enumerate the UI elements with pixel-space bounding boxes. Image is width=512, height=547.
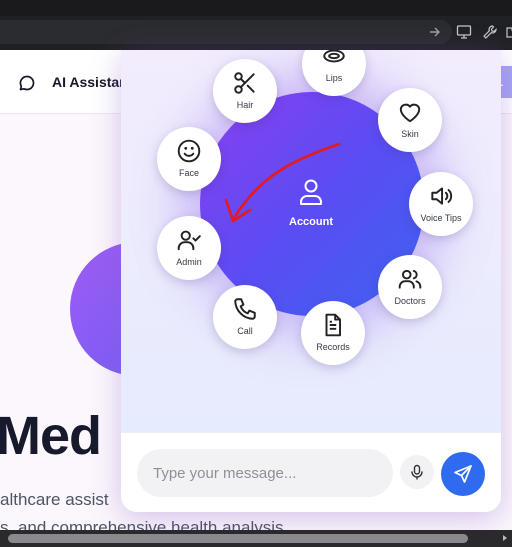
voice-input-button[interactable] <box>400 455 434 489</box>
users-icon <box>398 269 422 289</box>
horizontal-scrollbar[interactable] <box>0 530 512 547</box>
user-icon <box>300 179 322 205</box>
menu-item-lips[interactable]: Lips <box>302 50 366 96</box>
speaker-icon <box>431 187 453 205</box>
radial-menu-area: Account Hair Lips Skin Voice Tips Doctor… <box>121 50 501 432</box>
extensions-icon[interactable] <box>504 24 512 40</box>
menu-item-skin[interactable]: Skin <box>378 88 442 152</box>
menu-item-records[interactable]: Records <box>301 301 365 365</box>
heart-icon <box>399 103 421 123</box>
menu-item-label: Lips <box>325 73 343 83</box>
menu-item-admin[interactable]: Admin <box>157 216 221 280</box>
wrench-icon[interactable] <box>482 24 498 40</box>
menu-item-face[interactable]: Face <box>157 127 221 191</box>
user-check-icon <box>177 230 201 251</box>
send-button[interactable] <box>441 452 485 496</box>
address-bar[interactable] <box>0 20 452 44</box>
menu-item-label: Face <box>178 168 199 178</box>
menu-item-label: Doctors <box>394 296 426 306</box>
brand-name: AI Assistan <box>52 74 128 90</box>
hero-subtitle: althcare assist <box>0 490 109 509</box>
account-label: Account <box>289 216 333 228</box>
browser-toolbar <box>0 0 512 50</box>
send-icon <box>454 465 472 483</box>
menu-item-hair[interactable]: Hair <box>213 59 277 123</box>
smile-icon <box>177 139 201 163</box>
menu-item-label: Records <box>316 342 350 352</box>
menu-item-doctors[interactable]: Doctors <box>378 255 442 319</box>
message-circle-icon <box>19 75 35 91</box>
message-composer <box>121 432 501 512</box>
menu-item-label: Skin <box>401 129 419 139</box>
monitor-icon[interactable] <box>456 24 472 40</box>
menu-item-label: Call <box>237 326 253 336</box>
chat-widget-panel: Account Hair Lips Skin Voice Tips Doctor… <box>121 50 501 512</box>
menu-item-label: Voice Tips <box>420 213 462 223</box>
lips-icon <box>323 50 345 63</box>
browser-tab-strip <box>0 0 512 16</box>
phone-icon <box>234 298 256 320</box>
scissors-icon <box>234 72 255 94</box>
file-text-icon <box>325 313 342 337</box>
scroll-right-icon[interactable] <box>500 533 510 543</box>
scrollbar-thumb[interactable] <box>8 534 468 543</box>
menu-item-label: Admin <box>176 257 202 267</box>
menu-item-call[interactable]: Call <box>213 285 277 349</box>
hero-subtitle-line2: s, and comprehensive health analysis <box>0 518 284 530</box>
hero-title: Med <box>0 406 102 466</box>
microphone-icon <box>411 464 423 480</box>
menu-item-voice-tips[interactable]: Voice Tips <box>409 172 473 236</box>
menu-item-label: Hair <box>236 100 254 110</box>
message-input[interactable] <box>137 449 393 497</box>
arrow-right-icon[interactable] <box>428 25 442 39</box>
